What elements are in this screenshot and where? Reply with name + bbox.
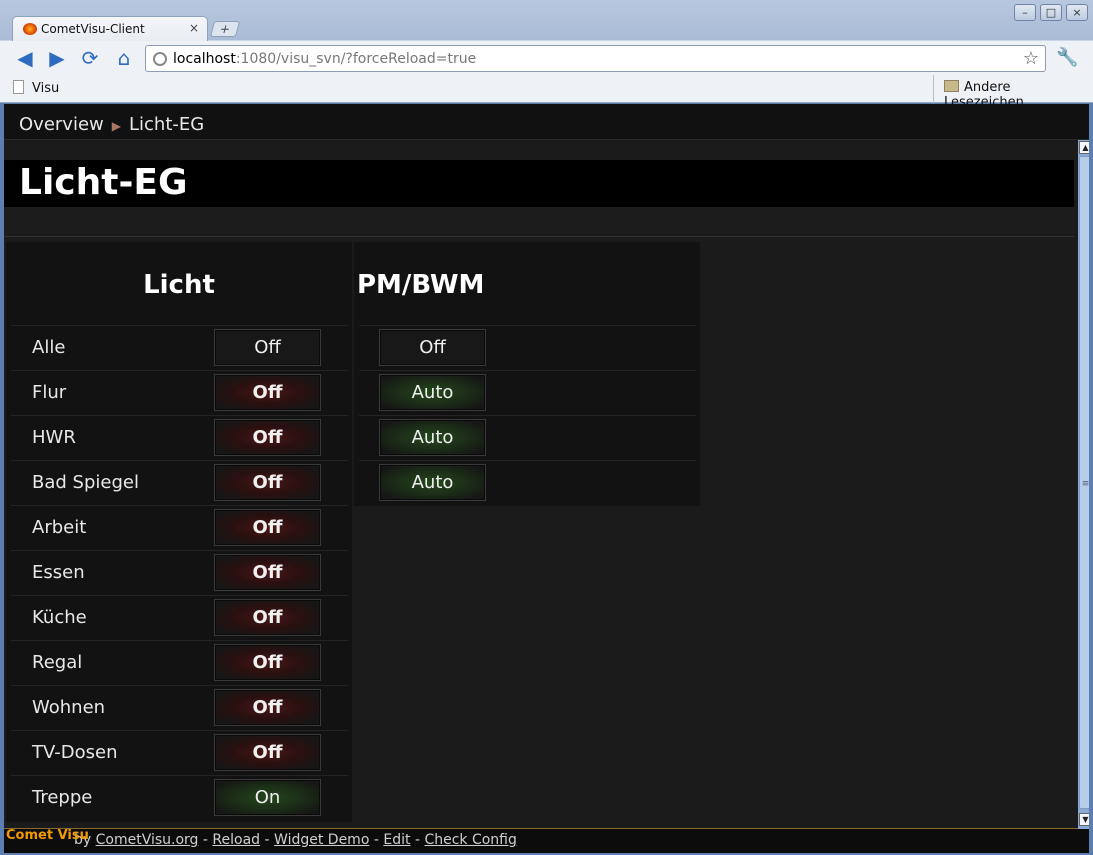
- browser-toolbar: ◀ ▶ ⟳ ⌂ localhost:1080/visu_svn/?forceRe…: [0, 41, 1093, 75]
- switch-row: Auto: [359, 415, 696, 460]
- group-title-licht: Licht: [143, 270, 215, 300]
- switch-button[interactable]: Off: [214, 374, 321, 411]
- switch-button[interactable]: Off: [379, 329, 486, 366]
- tab-title: CometVisu-Client: [41, 22, 145, 36]
- page-subbar: [4, 207, 1074, 237]
- back-arrow-icon[interactable]: ◀: [13, 47, 37, 69]
- footer-separator: -: [373, 832, 379, 848]
- switch-button[interactable]: Off: [214, 329, 321, 366]
- switch-button[interactable]: Off: [214, 644, 321, 681]
- cometvisu-favicon-icon: [23, 23, 37, 35]
- switch-button[interactable]: On: [214, 779, 321, 816]
- switch-button[interactable]: Off: [214, 599, 321, 636]
- footer-separator: -: [202, 832, 208, 848]
- switch-label: Essen: [32, 562, 85, 583]
- switch-label: Bad Spiegel: [32, 472, 139, 493]
- switch-label: Arbeit: [32, 517, 87, 538]
- switch-button[interactable]: Off: [214, 554, 321, 591]
- minimize-button[interactable]: –: [1014, 4, 1036, 21]
- other-bookmarks[interactable]: Andere Lesezeichen: [933, 75, 1093, 110]
- reload-icon[interactable]: ⟳: [78, 47, 102, 69]
- browser-tab[interactable]: CometVisu-Client ×: [12, 16, 208, 42]
- switch-button[interactable]: Off: [214, 464, 321, 501]
- switch-button[interactable]: Auto: [379, 464, 486, 501]
- address-bar[interactable]: localhost:1080/visu_svn/?forceReload=tru…: [145, 45, 1046, 72]
- group-pmbwm: PM/BWM Off Auto Auto Auto: [354, 242, 700, 506]
- switch-label: Treppe: [32, 787, 93, 808]
- title-bar: CometVisu-Client × + – □ ×: [0, 0, 1093, 42]
- footer-link-widget-demo[interactable]: Widget Demo: [274, 832, 369, 848]
- cometvisu-logo: Comet Visu: [6, 828, 89, 843]
- footer: Comet Visu by CometVisu.org - Reload - W…: [4, 828, 1089, 853]
- switch-label: Flur: [32, 382, 67, 403]
- home-icon[interactable]: ⌂: [112, 47, 136, 69]
- page-icon: [13, 80, 24, 94]
- footer-link-edit[interactable]: Edit: [383, 832, 410, 848]
- footer-link-cometvisu[interactable]: CometVisu.org: [96, 832, 199, 848]
- switch-row: HWR Off: [11, 415, 348, 460]
- switch-row: Wohnen Off: [11, 685, 348, 730]
- breadcrumb-separator-icon: ▶: [111, 119, 121, 133]
- folder-icon: [944, 80, 959, 92]
- footer-link-check-config[interactable]: Check Config: [424, 832, 516, 848]
- switch-button[interactable]: Auto: [379, 419, 486, 456]
- url-path: :1080/visu_svn/?forceReload=true: [235, 51, 477, 67]
- switch-row: Regal Off: [11, 640, 348, 685]
- switch-label: Wohnen: [32, 697, 106, 718]
- page-title: Licht-EG: [4, 160, 1074, 207]
- switch-row: Off: [359, 325, 696, 370]
- globe-icon: [153, 52, 167, 66]
- footer-separator: -: [264, 832, 270, 848]
- switch-label: Küche: [32, 607, 87, 628]
- switch-button[interactable]: Off: [214, 689, 321, 726]
- footer-link-reload[interactable]: Reload: [212, 832, 260, 848]
- wrench-icon[interactable]: 🔧: [1056, 47, 1078, 68]
- switch-button[interactable]: Off: [214, 419, 321, 456]
- switch-label: TV-Dosen: [32, 742, 118, 763]
- scrollbar-thumb[interactable]: ≡: [1079, 156, 1089, 809]
- switch-button[interactable]: Off: [214, 509, 321, 546]
- cometvisu-page: Overview ▶ Licht-EG Licht-EG Licht Alle Off…: [4, 104, 1089, 853]
- switch-label: HWR: [32, 427, 76, 448]
- browser-chrome: CometVisu-Client × + – □ × ◀ ▶ ⟳ ⌂ local…: [0, 0, 1093, 110]
- switch-label: Alle: [32, 337, 66, 358]
- switch-button[interactable]: Auto: [379, 374, 486, 411]
- group-title-pmbwm: PM/BWM: [357, 270, 485, 300]
- new-tab-button[interactable]: +: [209, 21, 241, 37]
- breadcrumb-current: Licht-EG: [128, 114, 205, 135]
- switch-row: Arbeit Off: [11, 505, 348, 550]
- switch-row: Bad Spiegel Off: [11, 460, 348, 505]
- switch-row: Auto: [359, 460, 696, 505]
- switch-row: TV-Dosen Off: [11, 730, 348, 775]
- bookmark-visu[interactable]: Visu: [13, 80, 59, 96]
- footer-separator: -: [414, 832, 420, 848]
- close-window-button[interactable]: ×: [1066, 4, 1088, 21]
- switch-row: Essen Off: [11, 550, 348, 595]
- bookmarks-bar: Visu Andere Lesezeichen: [0, 75, 1093, 110]
- switch-label: Regal: [32, 652, 83, 673]
- scroll-down-icon[interactable]: ▼: [1079, 813, 1089, 826]
- tab-close-icon[interactable]: ×: [189, 21, 199, 35]
- switch-row: Alle Off: [11, 325, 348, 370]
- scroll-up-icon[interactable]: ▲: [1079, 141, 1089, 154]
- breadcrumb: Overview ▶ Licht-EG: [4, 104, 1089, 140]
- maximize-button[interactable]: □: [1040, 4, 1062, 21]
- bookmark-visu-label: Visu: [32, 81, 60, 96]
- breadcrumb-overview[interactable]: Overview: [19, 114, 104, 135]
- url-host: localhost: [173, 51, 236, 67]
- vertical-scrollbar[interactable]: ▲ ≡ ▼: [1078, 140, 1089, 829]
- bookmark-star-icon[interactable]: ☆: [1023, 48, 1039, 69]
- forward-arrow-icon[interactable]: ▶: [45, 47, 69, 69]
- switch-row: Küche Off: [11, 595, 348, 640]
- switch-row: Flur Off: [11, 370, 348, 415]
- switch-row: Treppe On: [11, 775, 348, 820]
- group-licht: Licht Alle Off Flur Off HWR Off Bad Spiegel Off…: [6, 242, 352, 822]
- switch-row: Auto: [359, 370, 696, 415]
- switch-button[interactable]: Off: [214, 734, 321, 771]
